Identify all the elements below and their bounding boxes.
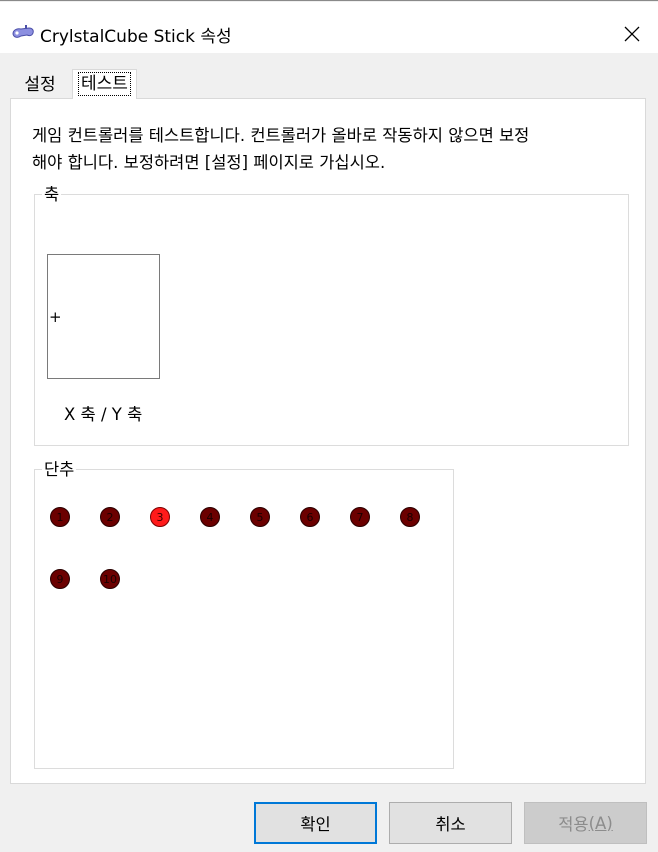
joystick-button-label: 5	[256, 510, 264, 524]
joystick-icon	[12, 25, 34, 38]
apply-button[interactable]: 적용 (A)	[524, 802, 647, 844]
properties-window: CrylstalCube Stick 속성 설정 테스트 게임 컨트롤러를 테스…	[0, 0, 658, 852]
cancel-button[interactable]: 취소	[389, 802, 512, 844]
window-title: CrylstalCube Stick 속성	[40, 27, 232, 47]
description-line-2: 해야 합니다. 보정하려면 [설정] 페이지로 가십시오.	[32, 153, 386, 172]
joystick-button-1: 1	[50, 507, 70, 527]
tab-settings-label: 설정	[24, 75, 56, 95]
tab-test-label: 테스트	[78, 72, 131, 96]
joystick-button-7: 7	[350, 507, 370, 527]
joystick-button-label: 2	[106, 510, 114, 524]
joystick-button-2: 2	[100, 507, 120, 527]
close-button[interactable]	[612, 16, 652, 52]
buttons-groupbox	[34, 469, 454, 769]
buttons-group-title: 단추	[42, 460, 77, 479]
joystick-button-10: 10	[100, 569, 120, 589]
ok-button-label: 확인	[300, 815, 331, 834]
joystick-button-label: 1	[56, 510, 64, 524]
joystick-button-5: 5	[250, 507, 270, 527]
joystick-button-label: 9	[56, 572, 64, 586]
joystick-button-label: 10	[103, 572, 117, 586]
apply-accelerator: (A)	[588, 813, 613, 833]
ok-button[interactable]: 확인	[254, 802, 377, 844]
description-text: 게임 컨트롤러를 테스트합니다. 컨트롤러가 올바로 작동하지 않으면 보정 해…	[32, 122, 632, 176]
description-line-1: 게임 컨트롤러를 테스트합니다. 컨트롤러가 올바로 작동하지 않으면 보정	[32, 126, 530, 145]
joystick-button-6: 6	[300, 507, 320, 527]
joystick-button-label: 6	[306, 510, 314, 524]
crosshair-marker: +	[49, 308, 62, 326]
joystick-button-9: 9	[50, 569, 70, 589]
xy-axis-display	[47, 254, 160, 379]
apply-button-label: 적용	[558, 815, 589, 834]
title-bar[interactable]: CrylstalCube Stick 속성	[0, 2, 658, 53]
close-icon	[624, 26, 640, 42]
joystick-button-4: 4	[200, 507, 220, 527]
joystick-button-label: 7	[356, 510, 364, 524]
joystick-button-label: 4	[206, 510, 214, 524]
joystick-button-3: 3	[150, 507, 170, 527]
axis-group-title: 축	[42, 185, 62, 204]
tab-test[interactable]: 테스트	[72, 69, 137, 99]
tab-settings[interactable]: 설정	[10, 71, 70, 99]
joystick-button-label: 3	[156, 510, 164, 524]
xy-axis-label: X 축 / Y 축	[64, 405, 143, 424]
cancel-button-label: 취소	[435, 815, 466, 834]
joystick-button-label: 8	[406, 510, 414, 524]
joystick-button-8: 8	[400, 507, 420, 527]
